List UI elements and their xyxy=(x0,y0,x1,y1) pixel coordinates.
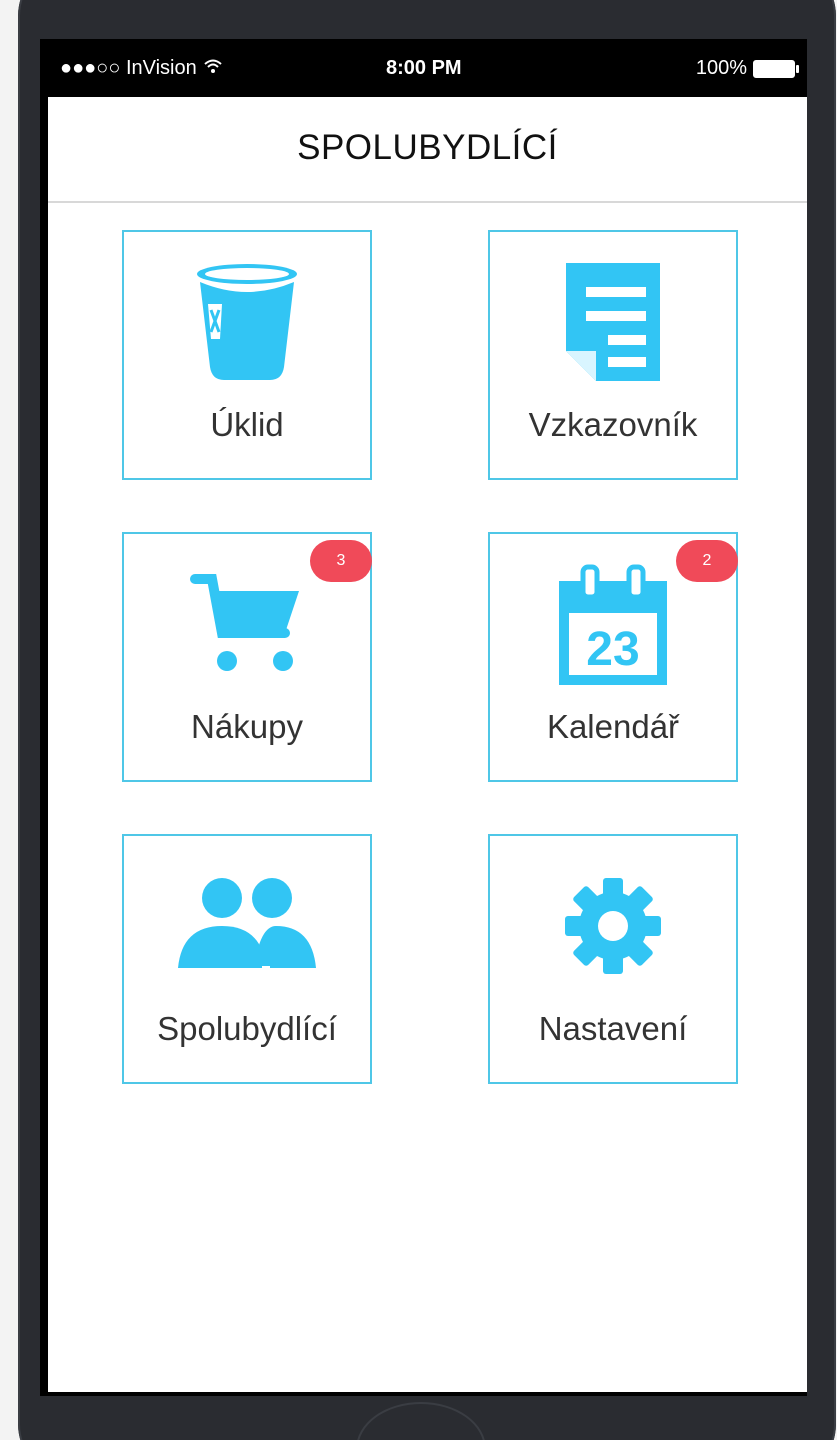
page-title: SPOLUBYDLÍCÍ xyxy=(297,128,558,167)
note-icon xyxy=(490,252,736,392)
tile-uklid[interactable]: Úklid xyxy=(122,230,372,480)
tile-vzkazovnik[interactable]: Vzkazovník xyxy=(488,230,738,480)
kalendar-badge: 2 xyxy=(676,540,738,582)
tile-label-nakupy: Nákupy xyxy=(191,708,303,745)
calendar-number: 23 xyxy=(586,623,639,676)
app-screen: SPOLUBYDLÍCÍ Úklid Vzkazovník Nákupy 3 2… xyxy=(48,97,807,1392)
tile-label-kalendar: Kalendář xyxy=(546,708,680,745)
nakupy-badge: 3 xyxy=(310,540,372,582)
status-bar: ●●●○○ InVision 8:00 PM 100% xyxy=(48,39,807,97)
tile-spolubydlici[interactable]: Spolubydlící xyxy=(122,834,372,1084)
tile-label-vzkazovnik: Vzkazovník xyxy=(528,406,698,443)
tile-nastaveni[interactable]: Nastavení xyxy=(488,834,738,1084)
trash-bin-icon xyxy=(124,252,370,392)
battery-icon xyxy=(753,59,799,78)
app-header: SPOLUBYDLÍCÍ xyxy=(48,97,807,203)
battery-percent: 100% xyxy=(695,57,747,79)
page: ●●●○○ InVision 8:00 PM 100% SPOLUBYDLÍCÍ xyxy=(0,0,837,1440)
tile-label-spolubydlici: Spolubydlící xyxy=(157,1010,337,1047)
gear-icon xyxy=(490,856,736,996)
people-icon xyxy=(124,856,370,996)
tile-label-uklid: Úklid xyxy=(210,406,284,443)
tile-label-nastaveni: Nastavení xyxy=(538,1010,688,1047)
tile-kalendar[interactable]: 23 Kalendář 2 xyxy=(488,532,738,782)
wifi-icon xyxy=(203,57,223,80)
tile-nakupy[interactable]: Nákupy 3 xyxy=(122,532,372,782)
status-left: ●●●○○ InVision xyxy=(60,57,223,80)
status-time: 8:00 PM xyxy=(386,57,462,79)
carrier-label: ●●●○○ InVision xyxy=(60,57,197,79)
status-right: 100% xyxy=(695,57,799,80)
